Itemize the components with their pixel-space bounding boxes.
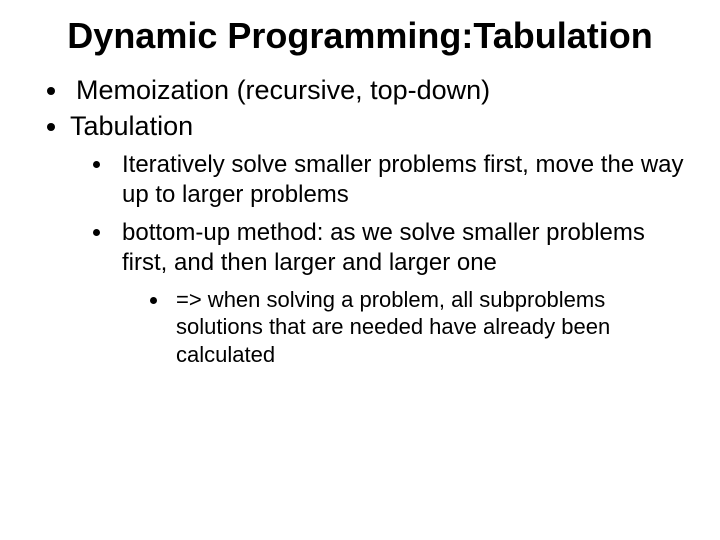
bullet-subproblems: => when solving a problem, all subproble… (170, 286, 690, 369)
bullet-memoization: Memoization (recursive, top-down) (70, 74, 690, 108)
bullet-list-level1: Memoization (recursive, top-down) Tabula… (30, 74, 690, 368)
bullet-bottom-up: bottom-up method: as we solve smaller pr… (114, 218, 690, 369)
bullet-bottom-up-label: bottom-up method: as we solve smaller pr… (122, 219, 645, 276)
slide: Dynamic Programming:Tabulation Memoizati… (0, 0, 720, 540)
bullet-iterative: Iteratively solve smaller problems first… (114, 150, 690, 210)
bullet-tabulation: Tabulation Iteratively solve smaller pro… (70, 110, 690, 368)
bullet-list-level3: => when solving a problem, all subproble… (122, 286, 690, 369)
bullet-list-level2: Iteratively solve smaller problems first… (70, 150, 690, 369)
bullet-tabulation-label: Tabulation (70, 111, 193, 141)
slide-title: Dynamic Programming:Tabulation (30, 15, 690, 56)
